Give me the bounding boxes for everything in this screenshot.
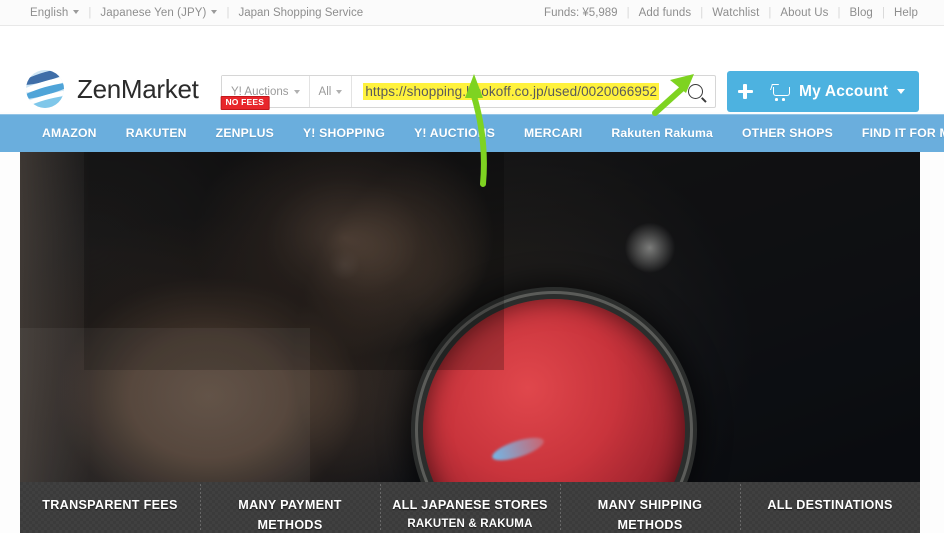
feature-all-japanese-stores: ALL JAPANESE STORES RAKUTEN & RAKUMA bbox=[380, 482, 560, 533]
separator: | bbox=[226, 6, 230, 19]
nav-item-label: Y! AUCTIONS bbox=[414, 126, 496, 140]
nav-item-y-shopping[interactable]: Y! SHOPPING bbox=[303, 126, 385, 140]
zenmarket-page: English | Japanese Yen (JPY) | Japan Sho… bbox=[0, 0, 944, 533]
language-label: English bbox=[30, 6, 69, 19]
cart-icon bbox=[770, 84, 790, 101]
service-label: Japan Shopping Service bbox=[238, 6, 364, 19]
separator: | bbox=[837, 6, 841, 19]
chevron-down-icon bbox=[211, 9, 218, 14]
feature-title: MANY SHIPPING METHODS bbox=[597, 498, 703, 532]
nav-item-zenplus[interactable]: NO FEES ZENPLUS bbox=[215, 96, 274, 140]
chevron-down-icon bbox=[336, 89, 343, 94]
feature-all-destinations: ALL DESTINATIONS bbox=[740, 482, 920, 531]
main-navigation: AMAZON RAKUTEN NO FEES ZENPLUS Y! SHOPPI… bbox=[0, 96, 944, 152]
search-input-value: https://shopping.bookoff.co.jp/used/0020… bbox=[363, 83, 660, 100]
nav-item-label: Rakuten Rakuma bbox=[611, 126, 713, 140]
hero-overlay-bottom bbox=[20, 328, 310, 482]
help-link[interactable]: Help bbox=[894, 7, 918, 19]
separator: | bbox=[88, 6, 92, 19]
nav-item-label: AMAZON bbox=[42, 126, 97, 140]
nav-item-label: FIND IT FOR ME bbox=[861, 126, 944, 140]
my-account-button[interactable]: My Account bbox=[727, 71, 919, 112]
nav-item-label: Y! SHOPPING bbox=[302, 126, 386, 140]
globe-icon bbox=[26, 70, 64, 108]
nav-item-mercari[interactable]: MERCARI bbox=[524, 126, 582, 140]
chevron-down-icon[interactable] bbox=[897, 89, 905, 94]
watchlist-link[interactable]: Watchlist bbox=[712, 7, 759, 19]
separator: | bbox=[768, 6, 772, 19]
topbar-right-group: Funds: ¥5,989 | Add funds | Watchlist | … bbox=[544, 0, 918, 25]
feature-transparent-fees: TRANSPARENT FEES bbox=[20, 482, 200, 516]
brand-home-link[interactable]: ZenMarket bbox=[26, 70, 199, 108]
search-icon bbox=[687, 84, 703, 99]
feature-many-shipping-methods: MANY SHIPPING METHODS bbox=[560, 482, 740, 533]
separator: | bbox=[626, 6, 630, 19]
language-selector[interactable]: English bbox=[30, 6, 80, 19]
search-input[interactable]: https://shopping.bookoff.co.jp/used/0020… bbox=[352, 76, 675, 107]
feature-many-payment-methods: MANY PAYMENT METHODS CREDIT CARD bbox=[200, 482, 380, 533]
currency-selector[interactable]: Japanese Yen (JPY) bbox=[100, 6, 218, 19]
nav-item-rakuten[interactable]: RAKUTEN bbox=[126, 126, 187, 140]
site-header: ZenMarket Y! Auctions All https://shoppi… bbox=[0, 26, 944, 112]
feature-title: TRANSPARENT FEES bbox=[42, 498, 178, 512]
category-selector-value: All bbox=[318, 85, 332, 98]
brand-name: ZenMarket bbox=[77, 73, 199, 104]
search-submit-button[interactable] bbox=[675, 76, 715, 107]
currency-label: Japanese Yen (JPY) bbox=[100, 6, 207, 19]
nav-item-other-shops[interactable]: OTHER SHOPS bbox=[742, 126, 833, 140]
chevron-down-icon bbox=[73, 9, 80, 14]
add-funds-link[interactable]: Add funds bbox=[639, 7, 692, 19]
blog-link[interactable]: Blog bbox=[850, 7, 873, 19]
feature-title: ALL JAPANESE STORES bbox=[392, 498, 548, 512]
chevron-down-icon bbox=[293, 89, 300, 94]
hero-banner bbox=[20, 152, 920, 482]
feature-subtitle: RAKUTEN & RAKUMA bbox=[407, 517, 533, 530]
separator: | bbox=[700, 6, 704, 19]
my-account-label: My Account bbox=[799, 82, 889, 100]
top-utility-bar: English | Japanese Yen (JPY) | Japan Sho… bbox=[0, 0, 944, 26]
feature-title: MANY PAYMENT METHODS bbox=[238, 498, 342, 532]
topbar-left-group: English | Japanese Yen (JPY) | Japan Sho… bbox=[30, 0, 363, 25]
category-selector-dropdown[interactable]: All bbox=[309, 76, 353, 107]
nav-item-label: ZENPLUS bbox=[215, 126, 274, 140]
feature-strip: TRANSPARENT FEES MANY PAYMENT METHODS CR… bbox=[20, 482, 920, 533]
no-fees-badge: NO FEES bbox=[220, 96, 270, 110]
about-us-link[interactable]: About Us bbox=[780, 7, 828, 19]
separator: | bbox=[881, 6, 885, 19]
nav-item-y-auctions[interactable]: Y! AUCTIONS bbox=[414, 126, 495, 140]
nav-item-amazon[interactable]: AMAZON bbox=[42, 126, 97, 140]
feature-title: ALL DESTINATIONS bbox=[767, 498, 893, 512]
nav-item-label: RAKUTEN bbox=[125, 126, 187, 140]
main-navigation-items: AMAZON RAKUTEN NO FEES ZENPLUS Y! SHOPPI… bbox=[20, 96, 944, 152]
funds-balance: Funds: ¥5,989 bbox=[544, 6, 618, 19]
search-bar: Y! Auctions All https://shopping.bookoff… bbox=[221, 75, 716, 108]
nav-item-rakuten-rakuma[interactable]: Rakuten Rakuma bbox=[611, 126, 713, 140]
nav-item-find-it-for-me[interactable]: FIND IT FOR ME bbox=[862, 126, 944, 140]
nav-item-label: OTHER SHOPS bbox=[742, 126, 833, 140]
nav-item-label: MERCARI bbox=[524, 126, 583, 140]
